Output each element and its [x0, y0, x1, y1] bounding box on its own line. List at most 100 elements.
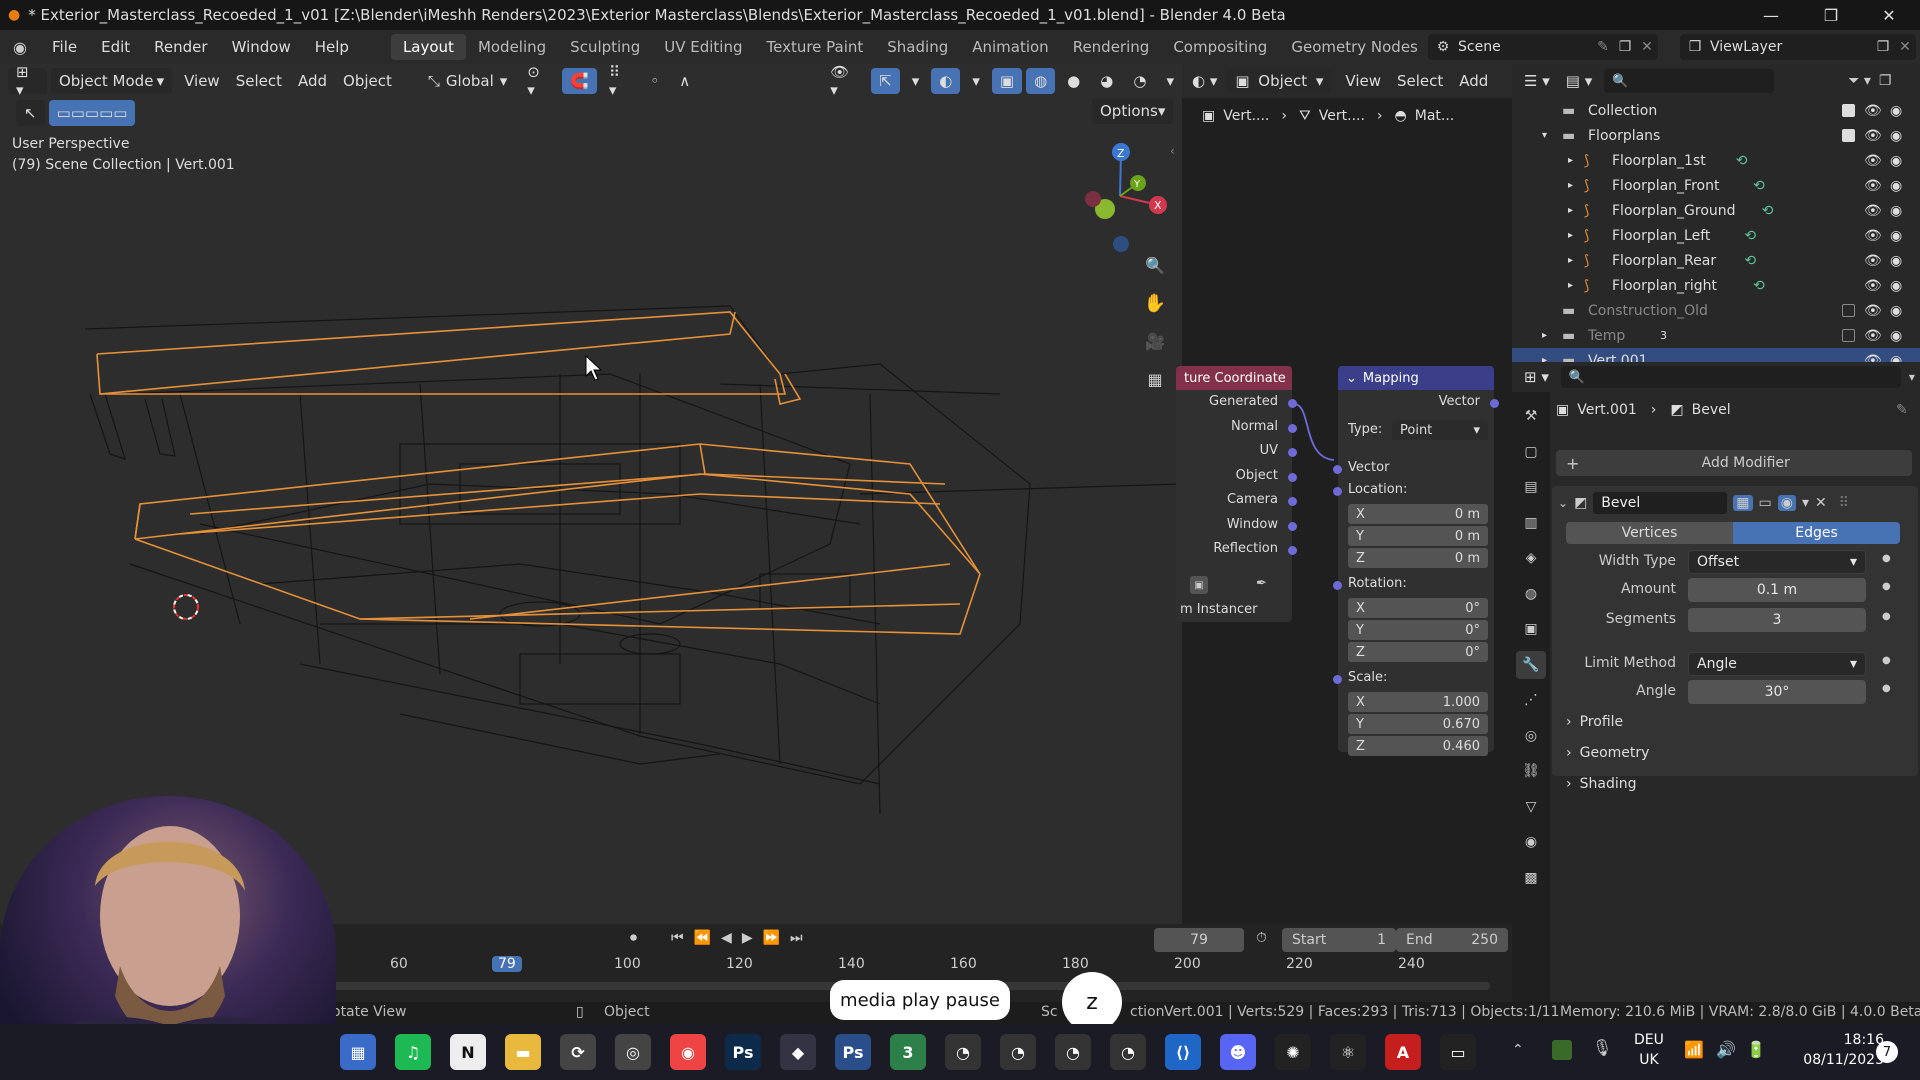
keyframe-dot-icon[interactable]: ●: [1882, 655, 1891, 666]
rotation-y-field[interactable]: Y 0°: [1348, 620, 1488, 640]
particles-icon[interactable]: ⋰: [1516, 686, 1546, 714]
chatgpt-icon[interactable]: ✺: [1275, 1034, 1311, 1070]
outliner-row[interactable]: ▸ ⟆ Floorplan_Rear ⟲ 👁 ◉: [1512, 248, 1920, 273]
tool-icon[interactable]: ⚒: [1516, 402, 1546, 430]
drag-handle-icon[interactable]: ⠿: [1839, 495, 1849, 511]
outliner-row[interactable]: ▸ ▬ Vert.001 👁 ◉: [1512, 348, 1920, 362]
modifier-wrench-icon[interactable]: 🔧: [1516, 650, 1546, 679]
app-3-icon[interactable]: 3: [890, 1034, 926, 1070]
viewlayer-selector[interactable]: ❒ ViewLayer ❐ ✕: [1680, 34, 1916, 60]
mapping-node[interactable]: ⌄ Mapping Vector Type: Point ▾ Vector Loca…: [1333, 366, 1499, 756]
filter-icon[interactable]: ⏷ ▾: [1848, 73, 1871, 89]
modifier-name-input[interactable]: Bevel: [1593, 492, 1728, 514]
keyframe-dot-icon[interactable]: ●: [1882, 611, 1891, 622]
language-indicator[interactable]: DEU UK: [1634, 1030, 1664, 1070]
menu-edit[interactable]: Edit: [89, 30, 142, 64]
display-mode-icon[interactable]: ▤ ▾: [1562, 68, 1596, 94]
scene-icon[interactable]: ◈: [1516, 544, 1546, 572]
eye-icon[interactable]: 👁: [1864, 253, 1882, 269]
outliner-type-icon[interactable]: ☰ ▾: [1520, 68, 1554, 94]
checkbox[interactable]: [1842, 329, 1855, 342]
current-frame-field[interactable]: 79: [1154, 928, 1244, 952]
blender-icon[interactable]: ◔: [945, 1034, 981, 1070]
data-icon[interactable]: ▽: [1516, 793, 1546, 821]
notion-icon[interactable]: N: [450, 1034, 486, 1070]
rotation-x-field[interactable]: X 0°: [1348, 598, 1488, 618]
delete-viewlayer-icon[interactable]: ✕: [1894, 39, 1916, 55]
tab-geometry-nodes[interactable]: Geometry Nodes: [1279, 34, 1430, 60]
tab-texture-paint[interactable]: Texture Paint: [754, 34, 875, 60]
discord-icon[interactable]: ☻: [1220, 1034, 1256, 1070]
expand-arrow-icon[interactable]: ▸: [1568, 205, 1573, 216]
properties-editor[interactable]: ⊞ ▾ 🔍 ▾ ⚒ ▢ ▤ ▥ ◈ ◍ ▣ 🔧 ⋰ ◎ ⛓ ▽ ◉ ▩ ▣ Vert.001 › ◩ Be…: [1512, 362, 1920, 1002]
wifi-icon[interactable]: 📶: [1684, 1040, 1704, 1059]
menu-window[interactable]: Window: [220, 30, 303, 64]
tab-edges[interactable]: Edges: [1733, 522, 1900, 544]
panel-profile[interactable]: › Profile: [1566, 714, 1623, 730]
photoshop-icon[interactable]: Ps: [725, 1034, 761, 1070]
navigation-gizmo[interactable]: Z X Y: [1065, 138, 1175, 258]
tab-sculpting[interactable]: Sculpting: [558, 34, 652, 60]
constraints-icon[interactable]: ⛓: [1516, 757, 1546, 785]
collapse-arrow-icon[interactable]: ▾: [1542, 130, 1547, 141]
node-object-selector[interactable]: ▣ Object ▾: [1227, 68, 1332, 94]
photoshop-alt-icon[interactable]: Ps: [835, 1034, 871, 1070]
jump-end-icon[interactable]: ⏭: [790, 930, 803, 946]
eye-icon[interactable]: 👁: [1864, 303, 1882, 319]
electron-icon[interactable]: ⚛: [1330, 1034, 1366, 1070]
world-icon[interactable]: ◍: [1516, 580, 1546, 608]
end-frame-field[interactable]: End 250: [1396, 928, 1508, 952]
camera-render-icon[interactable]: ◉: [1890, 278, 1902, 294]
eye-icon[interactable]: 👁: [1864, 128, 1882, 144]
tray-overflow-icon[interactable]: ⌃: [1512, 1042, 1524, 1058]
viewport-toggle-icon[interactable]: ▭: [1759, 495, 1772, 511]
checkbox[interactable]: [1842, 304, 1855, 317]
sidebar-toggle-icon[interactable]: ‹: [1170, 144, 1175, 158]
keyframe-dot-icon[interactable]: ●: [1882, 553, 1891, 564]
expand-arrow-icon[interactable]: ▸: [1542, 355, 1547, 362]
location-y-field[interactable]: Y 0 m: [1348, 526, 1488, 546]
blender-2-icon[interactable]: ◔: [1000, 1034, 1036, 1070]
blender-menu-icon[interactable]: ◉: [0, 38, 40, 57]
collapse-icon[interactable]: ⌄: [1346, 371, 1357, 386]
tab-rendering[interactable]: Rendering: [1061, 34, 1162, 60]
ortho-grid-icon[interactable]: ▦: [1140, 364, 1170, 394]
eye-icon[interactable]: 👁: [1864, 278, 1882, 294]
new-viewlayer-icon[interactable]: ❐: [1872, 39, 1894, 55]
play-reverse-icon[interactable]: ◀: [721, 930, 732, 946]
render-icon[interactable]: ▢: [1516, 438, 1546, 466]
add-modifier-button[interactable]: + Add Modifier: [1556, 450, 1912, 476]
new-collection-icon[interactable]: ❐: [1879, 73, 1892, 89]
edit-mode-toggle-icon[interactable]: ▦: [1733, 495, 1753, 511]
panel-geometry[interactable]: › Geometry: [1566, 745, 1649, 761]
vector-input-socket[interactable]: [1333, 465, 1342, 474]
collapse-icon[interactable]: ⌄: [1558, 496, 1568, 510]
expand-arrow-icon[interactable]: ▸: [1568, 230, 1573, 241]
camera-render-icon[interactable]: ◉: [1890, 128, 1902, 144]
amount-field[interactable]: 0.1 m: [1688, 578, 1866, 602]
davinci-icon[interactable]: ◆: [780, 1034, 816, 1070]
menu-render[interactable]: Render: [142, 30, 219, 64]
camera-render-icon[interactable]: ◉: [1890, 228, 1902, 244]
eye-icon[interactable]: 👁: [1864, 103, 1882, 119]
texture-icon[interactable]: ▩: [1516, 864, 1546, 892]
tab-modeling[interactable]: Modeling: [466, 34, 558, 60]
spotify-icon[interactable]: ♫: [395, 1034, 431, 1070]
scene-selector[interactable]: ⚙ Scene ✎ ❐ ✕: [1428, 34, 1658, 60]
scale-x-field[interactable]: X 1.000: [1348, 692, 1488, 712]
limit-method-dropdown[interactable]: Angle ▾: [1688, 652, 1866, 676]
node-menu-add[interactable]: Add: [1451, 68, 1496, 94]
new-scene-icon[interactable]: ❐: [1614, 39, 1636, 55]
3d-viewport[interactable]: ⊞ ▾ Object Mode ▾ View Select Add Object ⤡ G…: [0, 63, 1182, 924]
maximize-button[interactable]: ❐: [1806, 0, 1856, 30]
battery-icon[interactable]: 🔋: [1746, 1040, 1766, 1059]
expand-arrow-icon[interactable]: ▸: [1568, 255, 1573, 266]
mapping-type-dropdown[interactable]: Point ▾: [1392, 420, 1488, 440]
outliner-search-input[interactable]: 🔍: [1604, 69, 1775, 93]
start-frame-field[interactable]: Start 1: [1282, 928, 1396, 952]
next-keyframe-icon[interactable]: ⏩: [763, 930, 780, 946]
delete-scene-icon[interactable]: ✕: [1636, 39, 1658, 55]
start-icon[interactable]: ▦: [340, 1034, 376, 1070]
chrome-icon[interactable]: ◉: [670, 1034, 706, 1070]
eye-icon[interactable]: 👁: [1864, 203, 1882, 219]
